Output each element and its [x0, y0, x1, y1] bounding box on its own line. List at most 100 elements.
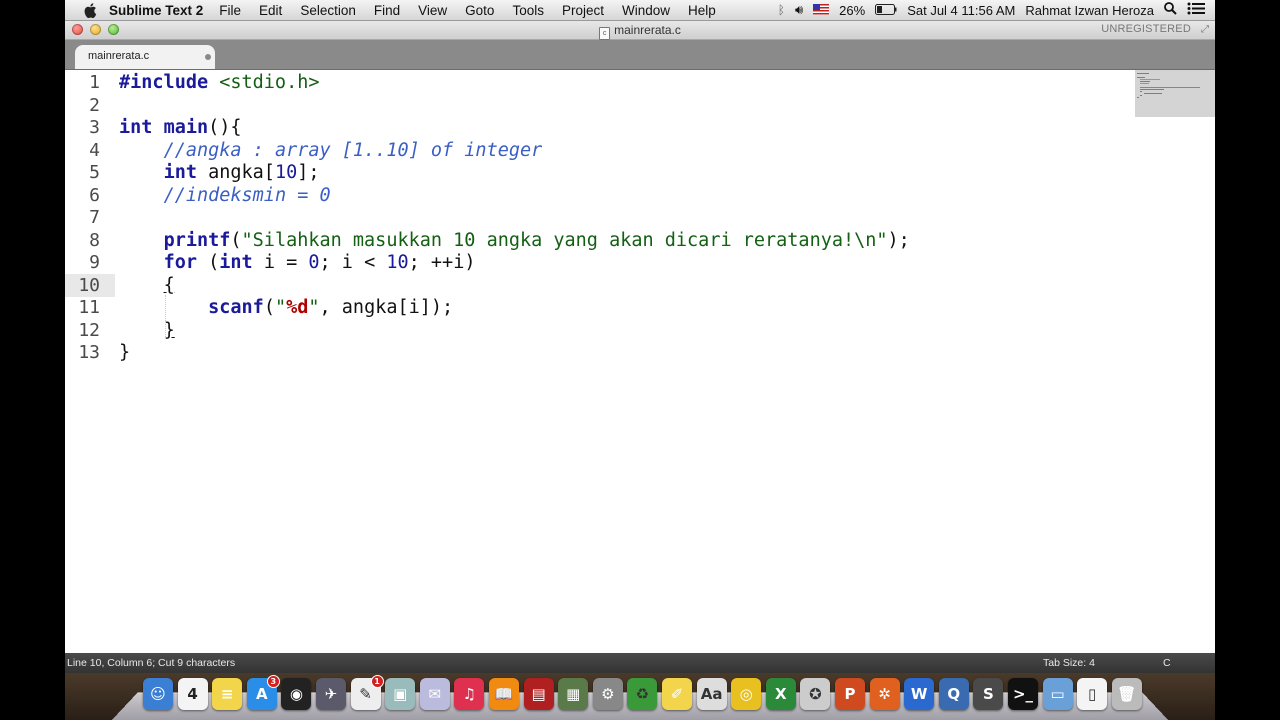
code-line[interactable]: scanf("%d", angka[i]); — [119, 297, 453, 320]
menu-selection[interactable]: Selection — [300, 3, 356, 18]
document-icon[interactable]: ▯ — [1077, 678, 1108, 710]
powerpoint-icon[interactable]: P — [835, 678, 865, 710]
code-token: angka[ — [196, 162, 275, 183]
volume-icon[interactable]: 🔊︎ — [795, 2, 803, 18]
code-token: { — [163, 274, 175, 296]
word-icon[interactable]: W — [904, 678, 935, 710]
dictionary-icon[interactable]: Aa — [696, 678, 727, 710]
menubar-clock[interactable]: Sat Jul 4 11:56 AM — [907, 3, 1015, 18]
menu-edit[interactable]: Edit — [259, 3, 282, 18]
app-store-icon[interactable]: A3 — [246, 675, 280, 710]
unregistered-label: UNREGISTERED — [1101, 23, 1191, 35]
code-token: ( — [196, 252, 220, 273]
preview-icon[interactable]: ▣ — [385, 678, 416, 710]
menu-help[interactable]: Help — [688, 3, 716, 18]
iphoto-icon[interactable]: ▦ — [558, 678, 589, 710]
menu-find[interactable]: Find — [374, 3, 400, 18]
ibooks-icon[interactable]: 📖 — [489, 678, 519, 710]
stickies-icon[interactable]: ✐ — [662, 678, 692, 710]
quicktime-icon[interactable]: Q — [938, 678, 969, 710]
tab-mainrerata[interactable]: mainrerata.c — [75, 45, 215, 69]
notes-icon[interactable]: ≡ — [212, 678, 243, 710]
code-line[interactable]: #include <stdio.h> — [119, 72, 320, 95]
code-line[interactable]: int angka[10]; — [119, 162, 320, 185]
terminal-icon[interactable]: >_ — [1008, 678, 1038, 710]
code-token: , angka[i]); — [319, 297, 454, 318]
finder-icon[interactable]: ☺ — [143, 678, 173, 710]
minimap[interactable] — [1135, 70, 1215, 117]
apple-icon[interactable] — [83, 2, 97, 18]
mail-icon[interactable]: ✉ — [419, 678, 450, 710]
chrome-icon[interactable]: ◎ — [731, 678, 762, 710]
code-line[interactable]: //indeksmin = 0 — [119, 185, 331, 208]
safari-icon[interactable]: ✪ — [800, 678, 831, 710]
line-number: 2 — [89, 94, 100, 116]
code-line[interactable]: for (int i = 0; i < 10; ++i) — [119, 252, 476, 275]
finder-glyph: ☺ — [150, 685, 166, 703]
sublime-text-icon[interactable]: S — [973, 678, 1004, 710]
quicktime-glyph: Q — [947, 685, 961, 703]
code-token: ; ++i) — [408, 252, 476, 273]
code-token: ]; — [297, 162, 320, 183]
bluetooth-icon[interactable]: ᛒ — [778, 3, 785, 17]
photo-booth-icon[interactable]: ▤ — [523, 678, 554, 710]
code-line[interactable]: { — [119, 275, 175, 298]
launchpad-icon[interactable]: ✈ — [316, 678, 346, 710]
butterfly-icon[interactable]: ✲ — [869, 678, 900, 710]
spotlight-search-icon[interactable] — [1164, 2, 1177, 18]
screen: Sublime Text 2 File Edit Selection Find … — [65, 0, 1215, 720]
battery-icon[interactable] — [875, 3, 897, 18]
status-tab-size[interactable]: Tab Size: 4 — [1043, 657, 1095, 669]
menubar-user[interactable]: Rahmat Izwan Heroza — [1025, 3, 1154, 18]
notification-center-icon[interactable] — [1187, 2, 1205, 18]
menu-bar: Sublime Text 2 File Edit Selection Find … — [65, 0, 1215, 21]
line-number: 12 — [78, 319, 100, 341]
system-preferences-icon[interactable]: ⚙ — [592, 678, 623, 710]
menu-app-name[interactable]: Sublime Text 2 — [109, 3, 203, 18]
system-preferences-glyph: ⚙ — [601, 685, 615, 703]
menu-view[interactable]: View — [418, 3, 447, 18]
app-store-glyph: A — [255, 685, 268, 703]
status-syntax[interactable]: C — [1163, 657, 1171, 669]
unsaved-dot-icon[interactable] — [205, 54, 211, 60]
folder-icon[interactable]: ▭ — [1042, 678, 1073, 710]
fullscreen-icon[interactable]: ⤢ — [1201, 24, 1209, 35]
battery-percent[interactable]: 26% — [839, 3, 865, 18]
tab-bar: mainrerata.c — [65, 40, 1215, 70]
calendar-icon[interactable]: 4 — [177, 678, 208, 710]
itunes-icon[interactable]: ♫ — [454, 678, 485, 710]
menu-project[interactable]: Project — [562, 3, 604, 18]
code-token: ( — [230, 229, 242, 251]
code-line[interactable]: //angka : array [1..10] of integer — [119, 140, 543, 163]
code-token: ( — [263, 297, 275, 318]
menu-window[interactable]: Window — [622, 3, 670, 18]
menu-tools[interactable]: Tools — [512, 3, 544, 18]
code-editor[interactable]: 1 2 3 4 5 6 7 8 9 10 11 12 13 #include <stdio.h> int … — [65, 70, 1215, 653]
excel-icon[interactable]: X — [765, 678, 796, 710]
dashboard-icon[interactable]: ◉ — [281, 678, 312, 710]
code-token: 10 — [386, 252, 409, 273]
menu-goto[interactable]: Goto — [465, 3, 494, 18]
document-glyph: ▯ — [1088, 685, 1097, 703]
code-line[interactable]: printf("Silahkan masukkan 10 angka yang … — [119, 230, 910, 253]
code-token: //indeksmin = 0 — [163, 184, 331, 206]
trash-glyph: 🗑 — [1117, 685, 1137, 703]
code-line[interactable]: } — [119, 320, 175, 343]
code-token: "Silahkan masukkan 10 angka yang akan di… — [241, 229, 855, 251]
code-token: scanf — [208, 297, 264, 318]
code-token: i = — [252, 252, 309, 273]
flag-icon[interactable] — [813, 3, 830, 18]
code-token: %d — [286, 297, 309, 318]
textedit-icon[interactable]: ✎ 1 — [350, 675, 384, 710]
code-token: main — [163, 117, 209, 138]
trash-icon[interactable]: 🗑 — [1111, 678, 1142, 710]
code-line[interactable]: } — [119, 342, 130, 365]
code-line[interactable]: int main(){ — [119, 117, 242, 140]
calendar-glyph: 4 — [187, 685, 198, 703]
menu-file[interactable]: File — [219, 3, 241, 18]
powerpoint-glyph: P — [844, 685, 856, 703]
c-file-icon: c — [599, 27, 611, 40]
utility-icon[interactable]: ♻ — [627, 678, 658, 710]
